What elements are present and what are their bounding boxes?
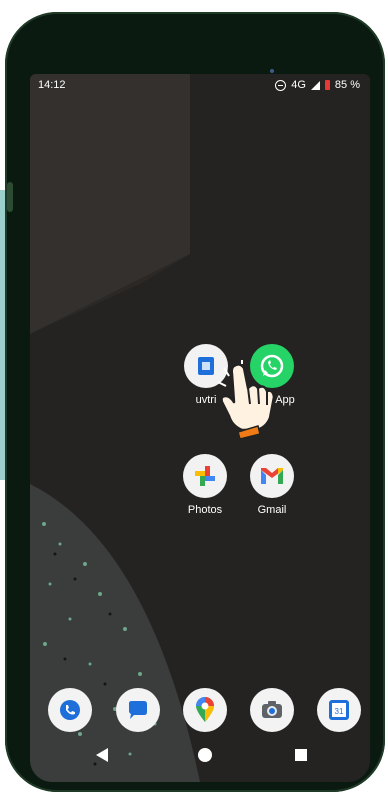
recents-button[interactable]	[295, 749, 307, 761]
clock: 14:12	[38, 79, 66, 91]
gmail-icon	[250, 454, 294, 498]
home-screen: 14:12 4G 85 % uvtri App Photos Gmail 31	[30, 74, 370, 782]
do-not-disturb-icon	[275, 79, 287, 91]
battery-level: 85 %	[334, 79, 360, 91]
phone-frame: 14:12 4G 85 % uvtri App Photos Gmail 31	[5, 12, 385, 792]
svg-text:31: 31	[335, 707, 344, 716]
camera-icon	[262, 701, 282, 718]
home-button[interactable]	[198, 748, 212, 762]
tap-hand-icon	[217, 360, 276, 440]
signal-icon	[310, 80, 320, 90]
phone-app[interactable]	[48, 688, 92, 732]
back-button[interactable]	[96, 748, 108, 762]
camera-notch	[125, 29, 275, 75]
google-photos-icon	[183, 454, 227, 498]
navigation-bar	[30, 740, 370, 770]
app-photos[interactable]: Photos	[175, 454, 235, 516]
battery-icon	[324, 80, 330, 90]
camera-app[interactable]	[250, 688, 294, 732]
app-gmail[interactable]: Gmail	[242, 454, 302, 516]
network-type: 4G	[291, 79, 306, 91]
front-camera	[270, 69, 274, 73]
calendar-icon: 31	[329, 700, 349, 720]
messages-icon	[129, 701, 147, 719]
power-button	[7, 182, 13, 212]
wallpaper	[30, 74, 200, 782]
maps-app[interactable]	[183, 688, 227, 732]
phone-icon	[60, 700, 80, 720]
messages-app[interactable]	[116, 688, 160, 732]
calendar-app[interactable]: 31	[317, 688, 361, 732]
app-label: Gmail	[257, 504, 287, 516]
status-bar: 14:12 4G 85 %	[30, 74, 370, 96]
app-label: Photos	[187, 504, 223, 516]
maps-icon	[196, 697, 214, 722]
